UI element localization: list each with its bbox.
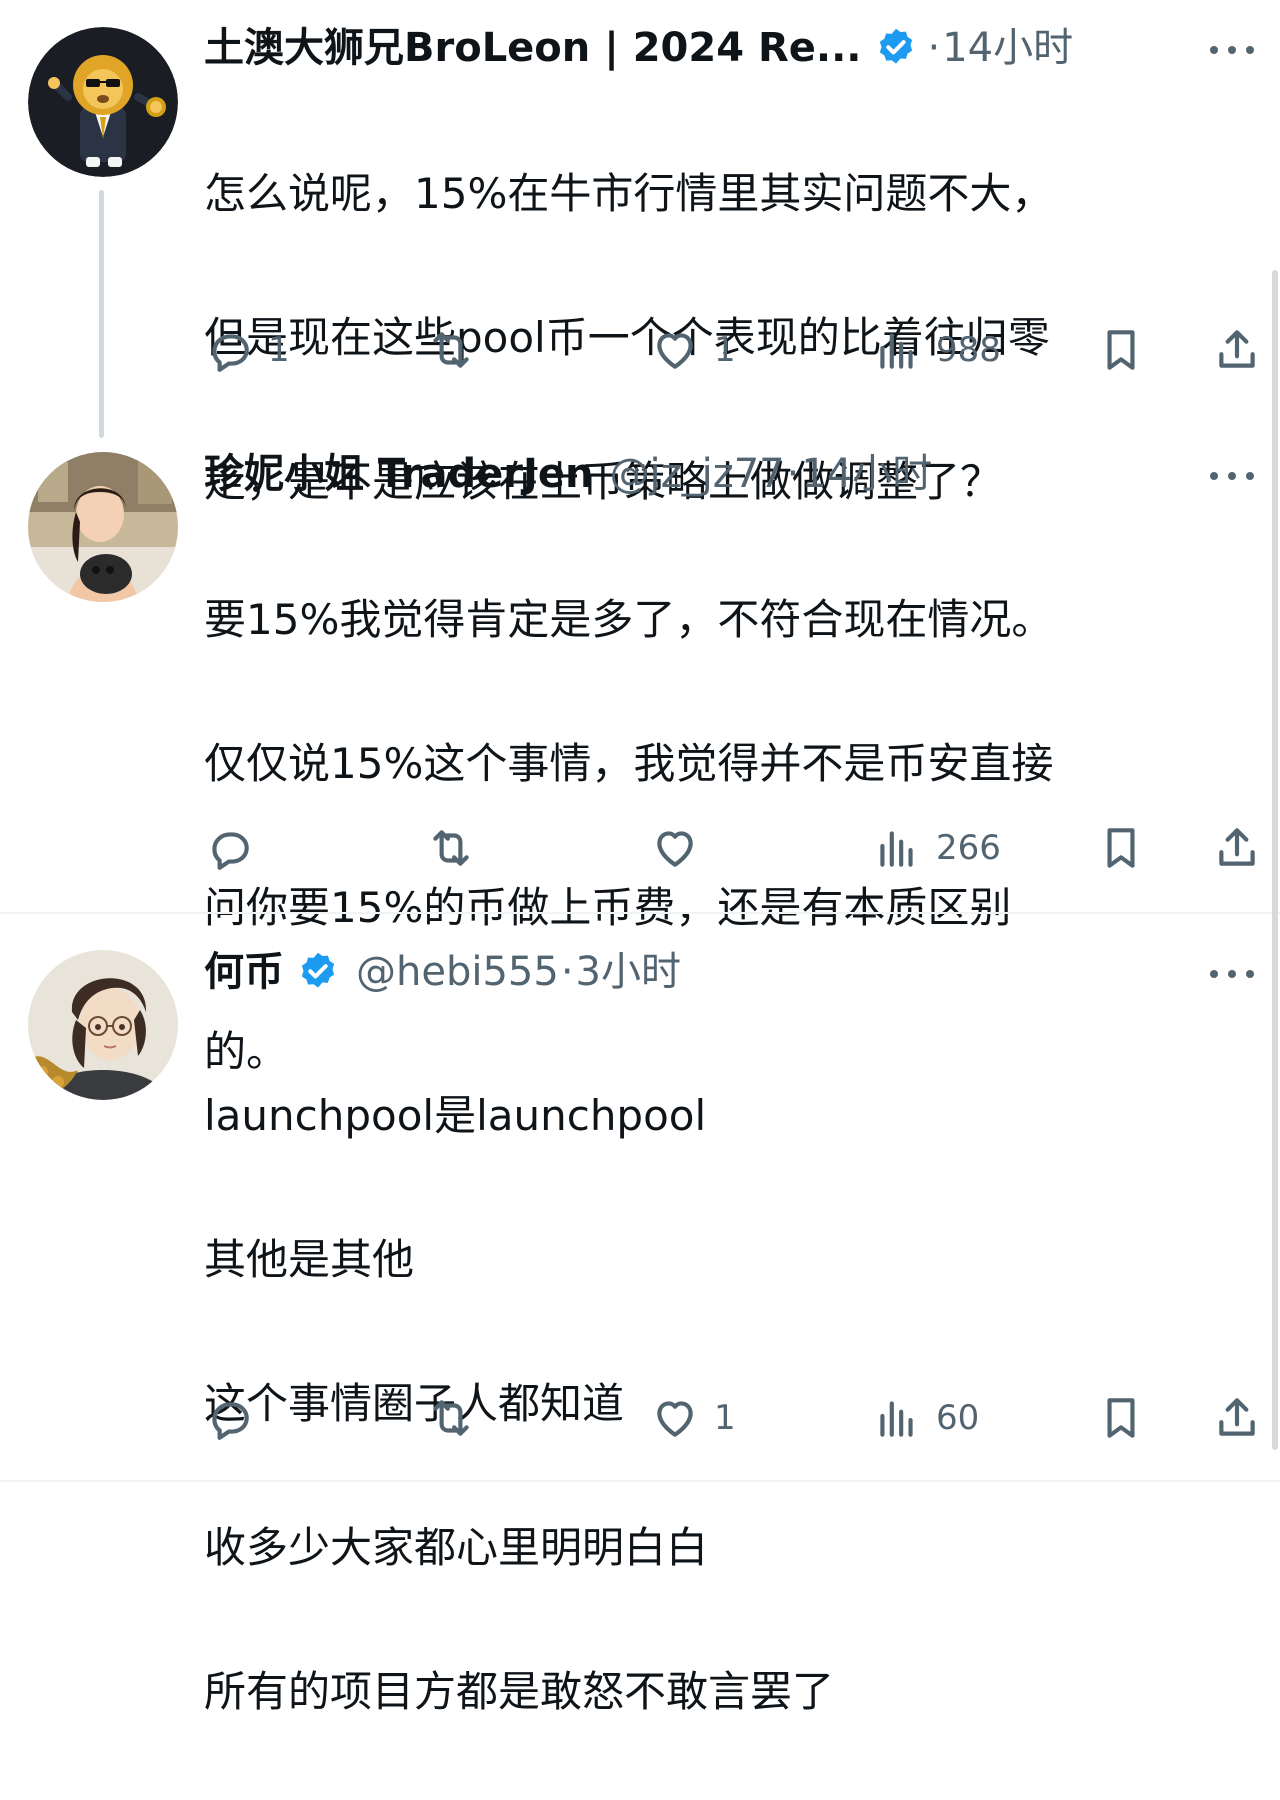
- like-count: 1: [714, 1398, 736, 1438]
- bookmark-icon: [1107, 330, 1135, 370]
- view-count: 60: [936, 1398, 980, 1438]
- retweet-button[interactable]: [426, 818, 490, 878]
- tweet-header: 何币 @hebi555·3小时: [204, 944, 681, 1000]
- display-name[interactable]: 珍妮小姐 TraderJen: [204, 446, 594, 502]
- view-count: 266: [936, 828, 1001, 868]
- profile-photo-image: [28, 452, 178, 602]
- tweet-text-line: 仅仅说15%这个事情，我觉得并不是币安直接: [204, 739, 1054, 788]
- tweet-text-line: 其他是其他: [204, 1235, 415, 1284]
- reply-button[interactable]: [204, 1388, 268, 1448]
- views-button[interactable]: 988: [872, 320, 1001, 380]
- retweet-button[interactable]: [426, 1388, 490, 1448]
- share-icon: [1219, 828, 1255, 866]
- anime-avatar-image: [28, 950, 178, 1100]
- share-button[interactable]: [1212, 818, 1262, 878]
- like-icon: [657, 1401, 693, 1437]
- bookmark-button[interactable]: [1096, 320, 1146, 380]
- action-bar: 1 1 988: [0, 320, 1280, 380]
- views-button[interactable]: 266: [872, 818, 1001, 878]
- action-bar: 266: [0, 818, 1280, 878]
- bookmark-icon: [1107, 1398, 1135, 1438]
- bookmark-button[interactable]: [1096, 818, 1146, 878]
- retweet-icon: [433, 830, 469, 866]
- bookmark-icon: [1107, 828, 1135, 868]
- tweet-text-line: 问你要15%的币做上币费，还是有本质区别: [204, 883, 1012, 932]
- views-icon: [880, 1401, 913, 1437]
- avatar[interactable]: [28, 27, 178, 177]
- tweet-text-line: 怎么说呢，15%在牛市行情里其实问题不大，: [204, 169, 1054, 218]
- reply-icon: [212, 832, 249, 870]
- reply-icon: [212, 1402, 249, 1440]
- like-button[interactable]: [650, 818, 714, 878]
- tweet-header: 土澳大狮兄BroLeon | 2024 Re... ·14小时: [204, 20, 1073, 76]
- views-button[interactable]: 60: [872, 1388, 979, 1448]
- meta-separator: ·: [927, 25, 941, 71]
- reply-count: 1: [268, 330, 290, 370]
- thread-connector-line: [99, 190, 104, 438]
- bookmark-button[interactable]: [1096, 1388, 1146, 1448]
- reply-button[interactable]: [204, 818, 268, 878]
- meta-separator: ·: [786, 451, 800, 497]
- like-icon: [657, 831, 693, 867]
- more-icon[interactable]: [1210, 40, 1254, 60]
- retweet-icon: [433, 1400, 469, 1436]
- action-bar: 1 60: [0, 1388, 1280, 1448]
- tweet-divider: [0, 912, 1280, 914]
- tweet-divider: [0, 1480, 1280, 1482]
- more-icon[interactable]: [1210, 466, 1254, 486]
- retweet-button[interactable]: [426, 320, 490, 380]
- display-name[interactable]: 何币: [204, 944, 284, 1000]
- timestamp[interactable]: 14小时: [801, 451, 932, 497]
- timestamp[interactable]: 14小时: [942, 25, 1073, 71]
- like-button[interactable]: 1: [650, 1388, 736, 1448]
- share-button[interactable]: [1212, 320, 1262, 380]
- display-name[interactable]: 土澳大狮兄BroLeon | 2024 Re...: [204, 20, 862, 76]
- views-icon: [880, 831, 913, 867]
- like-button[interactable]: 1: [650, 320, 736, 380]
- tweet-header: 珍妮小姐 TraderJen @jz_jz77·14小时: [204, 446, 932, 502]
- tweet-text-line: 要15%我觉得肯定是多了，不符合现在情况。: [204, 595, 1054, 644]
- like-count: 1: [714, 330, 736, 370]
- views-icon: [880, 333, 913, 369]
- verified-badge-icon: [879, 28, 912, 64]
- share-icon: [1219, 1398, 1255, 1436]
- handle[interactable]: @hebi555: [356, 949, 559, 995]
- reply-button[interactable]: 1: [204, 320, 290, 380]
- handle[interactable]: @jz_jz77: [610, 451, 785, 497]
- reply-icon: [212, 334, 249, 372]
- avatar[interactable]: [28, 950, 178, 1100]
- lion-avatar-image: [28, 27, 178, 177]
- tweet-text-line: launchpool是launchpool: [204, 1091, 707, 1140]
- tweet-text-line: 所有的项目方都是敢怒不敢言罢了: [204, 1667, 835, 1716]
- meta-separator: ·: [560, 949, 574, 995]
- scrollbar[interactable]: [1272, 270, 1278, 1450]
- tweet-meta: ·14小时: [926, 20, 1074, 76]
- tweet-meta: @hebi555·3小时: [356, 944, 681, 1000]
- timestamp[interactable]: 3小时: [576, 949, 681, 995]
- share-icon: [1219, 330, 1255, 368]
- share-button[interactable]: [1212, 1388, 1262, 1448]
- tweet-meta: @jz_jz77·14小时: [610, 446, 933, 502]
- more-icon[interactable]: [1210, 964, 1254, 984]
- like-icon: [657, 333, 693, 369]
- avatar[interactable]: [28, 452, 178, 602]
- view-count: 988: [936, 330, 1001, 370]
- retweet-icon: [433, 332, 469, 368]
- verified-badge-icon: [301, 952, 335, 988]
- tweet-text-line: 收多少大家都心里明明白白: [204, 1523, 709, 1572]
